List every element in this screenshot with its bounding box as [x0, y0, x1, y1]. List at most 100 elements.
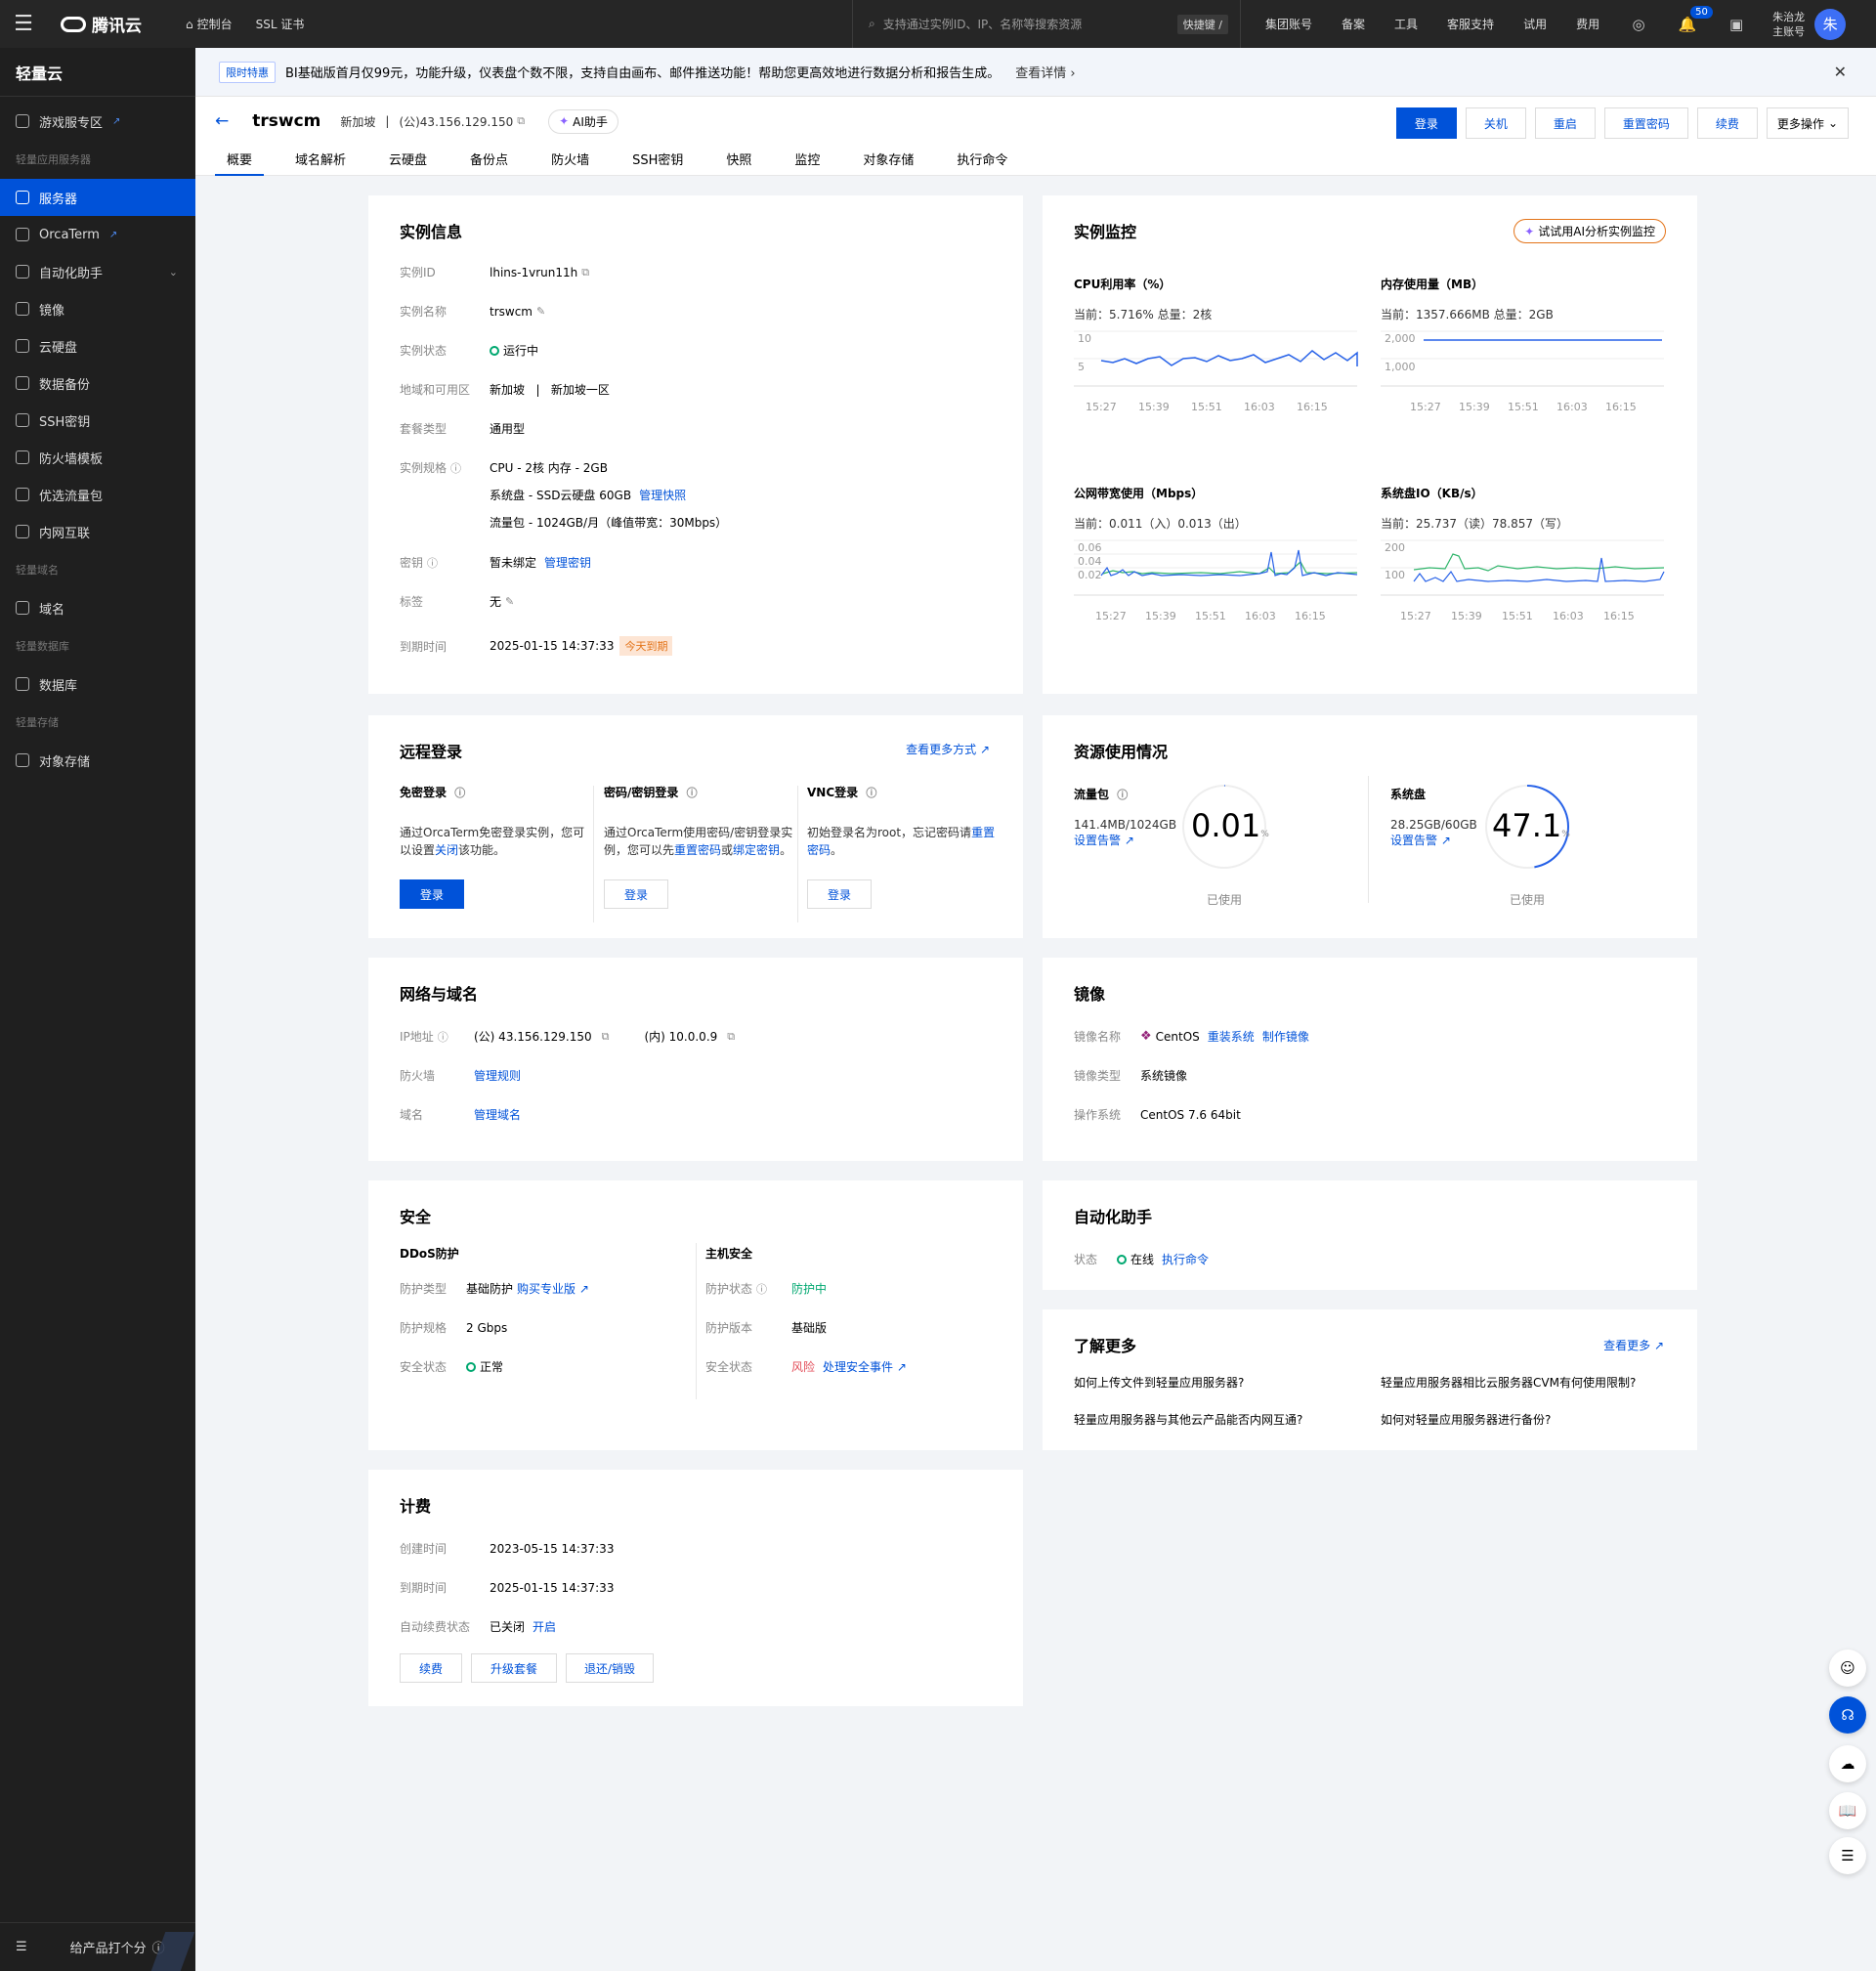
tab-ssh[interactable]: SSH密钥 — [620, 150, 695, 176]
sidebar-item-traffic[interactable]: 优选流量包 — [0, 476, 195, 513]
tab-snapshot[interactable]: 快照 — [714, 150, 763, 176]
reinstall-link[interactable]: 重装系统 — [1208, 1028, 1255, 1045]
copy-icon[interactable]: ⧉ — [727, 1030, 735, 1044]
renew-button[interactable]: 续费 — [400, 1653, 462, 1683]
ai-monitor-button[interactable]: ✦ 试试用AI分析实例监控 — [1514, 219, 1666, 243]
sidebar-item-automation[interactable]: 自动化助手 ⌄ — [0, 253, 195, 290]
reset-password-button[interactable]: 重置密码 — [1603, 107, 1688, 139]
user-info[interactable]: 朱治龙 主账号 — [1772, 10, 1805, 39]
trial-link[interactable]: 试用 — [1509, 16, 1561, 32]
make-image-link[interactable]: 制作镜像 — [1262, 1028, 1309, 1045]
disk-io-chart[interactable]: 系统盘IO（KB/s） 当前：25.737（读）78.857（写） 200 10… — [1381, 485, 1674, 670]
cpu-chart[interactable]: CPU利用率（%） 当前：5.716% 总量：2核 10 5 15:27 15:… — [1074, 276, 1367, 461]
renew-button[interactable]: 续费 — [1696, 107, 1758, 139]
info-icon[interactable]: ⓘ — [866, 787, 876, 799]
filing-link[interactable]: 备案 — [1327, 16, 1380, 32]
sidebar-item-backup[interactable]: 数据备份 — [0, 364, 195, 402]
group-account-link[interactable]: 集团账号 — [1251, 16, 1327, 32]
ssl-link[interactable]: SSL 证书 — [256, 16, 305, 32]
edit-icon[interactable]: ✎ — [505, 595, 514, 608]
sidebar-item-firewall[interactable]: 防火墙模板 — [0, 439, 195, 476]
manage-rules-link[interactable]: 管理规则 — [474, 1067, 521, 1084]
faq-link[interactable]: 轻量应用服务器与其他云产品能否内网互通? — [1074, 1411, 1302, 1428]
sidebar-item-domain[interactable]: 域名 — [0, 589, 195, 626]
tab-backup[interactable]: 备份点 — [458, 150, 520, 176]
info-icon[interactable]: ⓘ — [756, 1283, 767, 1296]
passwordless-login-button[interactable]: 登录 — [400, 879, 464, 909]
billing-link[interactable]: 费用 — [1561, 16, 1614, 32]
shutdown-button[interactable]: 关机 — [1465, 107, 1526, 139]
tools-link[interactable]: 工具 — [1380, 16, 1432, 32]
support-link[interactable]: 客服支持 — [1432, 16, 1509, 32]
tab-monitor[interactable]: 监控 — [783, 150, 831, 176]
manage-snapshot-link[interactable]: 管理快照 — [639, 487, 686, 503]
login-button[interactable]: 登录 — [1395, 107, 1457, 139]
sidebar-item-game[interactable]: 游戏服专区 ↗ — [0, 103, 195, 140]
sidebar-item-intranet[interactable]: 内网互联 — [0, 513, 195, 550]
rate-product-link[interactable]: 给产品打个分ⓘ — [70, 1938, 165, 1956]
run-command-link[interactable]: 执行命令 — [1162, 1251, 1209, 1267]
cart-icon[interactable]: ▣ — [1726, 14, 1747, 35]
tab-cos[interactable]: 对象存储 — [851, 150, 925, 176]
bell-icon[interactable]: 🔔 50 — [1677, 5, 1713, 35]
tab-dns[interactable]: 域名解析 — [283, 150, 358, 176]
sidebar-item-ssh[interactable]: SSH密钥 — [0, 402, 195, 439]
faq-link[interactable]: 轻量应用服务器相比云服务器CVM有何使用限制? — [1381, 1374, 1636, 1391]
sidebar-item-database[interactable]: 数据库 — [0, 665, 195, 703]
sidebar-item-cos[interactable]: 对象存储 — [0, 742, 195, 779]
handle-event-link[interactable]: 处理安全事件 ↗ — [823, 1358, 907, 1375]
collapse-icon[interactable]: ☰ — [16, 1940, 27, 1954]
reset-password-link[interactable]: 重置密码 — [674, 843, 721, 857]
refund-button[interactable]: 退还/销毁 — [566, 1653, 654, 1683]
search-input[interactable]: 支持通过实例ID、IP、名称等搜索资源 — [883, 16, 1083, 32]
more-methods-link[interactable]: 查看更多方式 ↗ — [906, 741, 990, 757]
ai-assistant-button[interactable]: ✦ AI助手 — [548, 108, 618, 134]
disable-link[interactable]: 关闭 — [435, 843, 458, 857]
copy-icon[interactable]: ⧉ — [517, 114, 525, 128]
info-icon[interactable]: ⓘ — [450, 462, 461, 475]
global-search[interactable]: ⌕ 支持通过实例ID、IP、名称等搜索资源 快捷键 / — [852, 0, 1241, 48]
info-icon[interactable]: ⓘ — [1117, 789, 1128, 801]
compass-icon[interactable]: ◎ — [1628, 14, 1649, 35]
sidebar-item-orcaterm[interactable]: OrcaTerm ↗ — [0, 216, 195, 253]
tab-disk[interactable]: 云硬盘 — [377, 150, 439, 176]
cloud-chat-icon[interactable]: ☁ — [1829, 1745, 1866, 1782]
assistant-avatar-icon[interactable]: ☺ — [1829, 1650, 1866, 1687]
console-link[interactable]: ⌂ 控制台 — [186, 16, 233, 32]
info-icon[interactable]: ⓘ — [687, 787, 698, 799]
close-icon[interactable]: ✕ — [1834, 63, 1847, 81]
manage-key-link[interactable]: 管理密钥 — [544, 554, 591, 571]
buy-pro-link[interactable]: 购买专业版 ↗ — [517, 1280, 589, 1297]
edit-icon[interactable]: ✎ — [536, 305, 545, 318]
password-login-button[interactable]: 登录 — [604, 879, 668, 909]
info-icon[interactable]: ⓘ — [427, 557, 438, 570]
avatar[interactable]: 朱 — [1814, 8, 1847, 40]
tab-firewall[interactable]: 防火墙 — [539, 150, 601, 176]
more-actions-dropdown[interactable]: 更多操作 ⌄ — [1766, 107, 1849, 139]
tab-command[interactable]: 执行命令 — [945, 150, 1019, 176]
book-icon[interactable]: 📖 — [1829, 1792, 1866, 1829]
faq-link[interactable]: 如何对轻量应用服务器进行备份? — [1381, 1411, 1551, 1428]
copy-icon[interactable]: ⧉ — [602, 1030, 610, 1044]
restart-button[interactable]: 重启 — [1534, 107, 1596, 139]
tab-overview[interactable]: 概要 — [215, 150, 265, 176]
info-icon[interactable]: ⓘ — [438, 1031, 448, 1044]
info-icon[interactable]: ⓘ — [454, 787, 465, 799]
memory-chart[interactable]: 内存使用量（MB） 当前：1357.666MB 总量：2GB 2,000 1,0… — [1381, 276, 1674, 461]
upgrade-button[interactable]: 升级套餐 — [471, 1653, 557, 1683]
bandwidth-chart[interactable]: 公网带宽使用（Mbps） 当前：0.011（入）0.013（出） 0.06 0.… — [1074, 485, 1367, 670]
list-icon[interactable]: ☰ — [1829, 1837, 1866, 1874]
manage-domain-link[interactable]: 管理域名 — [474, 1106, 521, 1123]
back-arrow-icon[interactable]: ← — [215, 111, 229, 131]
headset-icon[interactable]: ☊ — [1829, 1696, 1866, 1734]
brand-logo[interactable]: 腾讯云 — [61, 12, 162, 36]
bind-key-link[interactable]: 绑定密钥 — [733, 843, 780, 857]
promo-more-link[interactable]: 查看详情 › — [1015, 63, 1075, 81]
copy-icon[interactable]: ⧉ — [581, 266, 589, 279]
sidebar-item-image[interactable]: 镜像 — [0, 290, 195, 327]
faq-link[interactable]: 如何上传文件到轻量应用服务器? — [1074, 1374, 1244, 1391]
vnc-login-button[interactable]: 登录 — [807, 879, 872, 909]
menu-icon[interactable]: ☰ — [0, 0, 47, 48]
enable-renew-link[interactable]: 开启 — [533, 1618, 556, 1635]
sidebar-item-server[interactable]: 服务器 — [0, 179, 195, 216]
